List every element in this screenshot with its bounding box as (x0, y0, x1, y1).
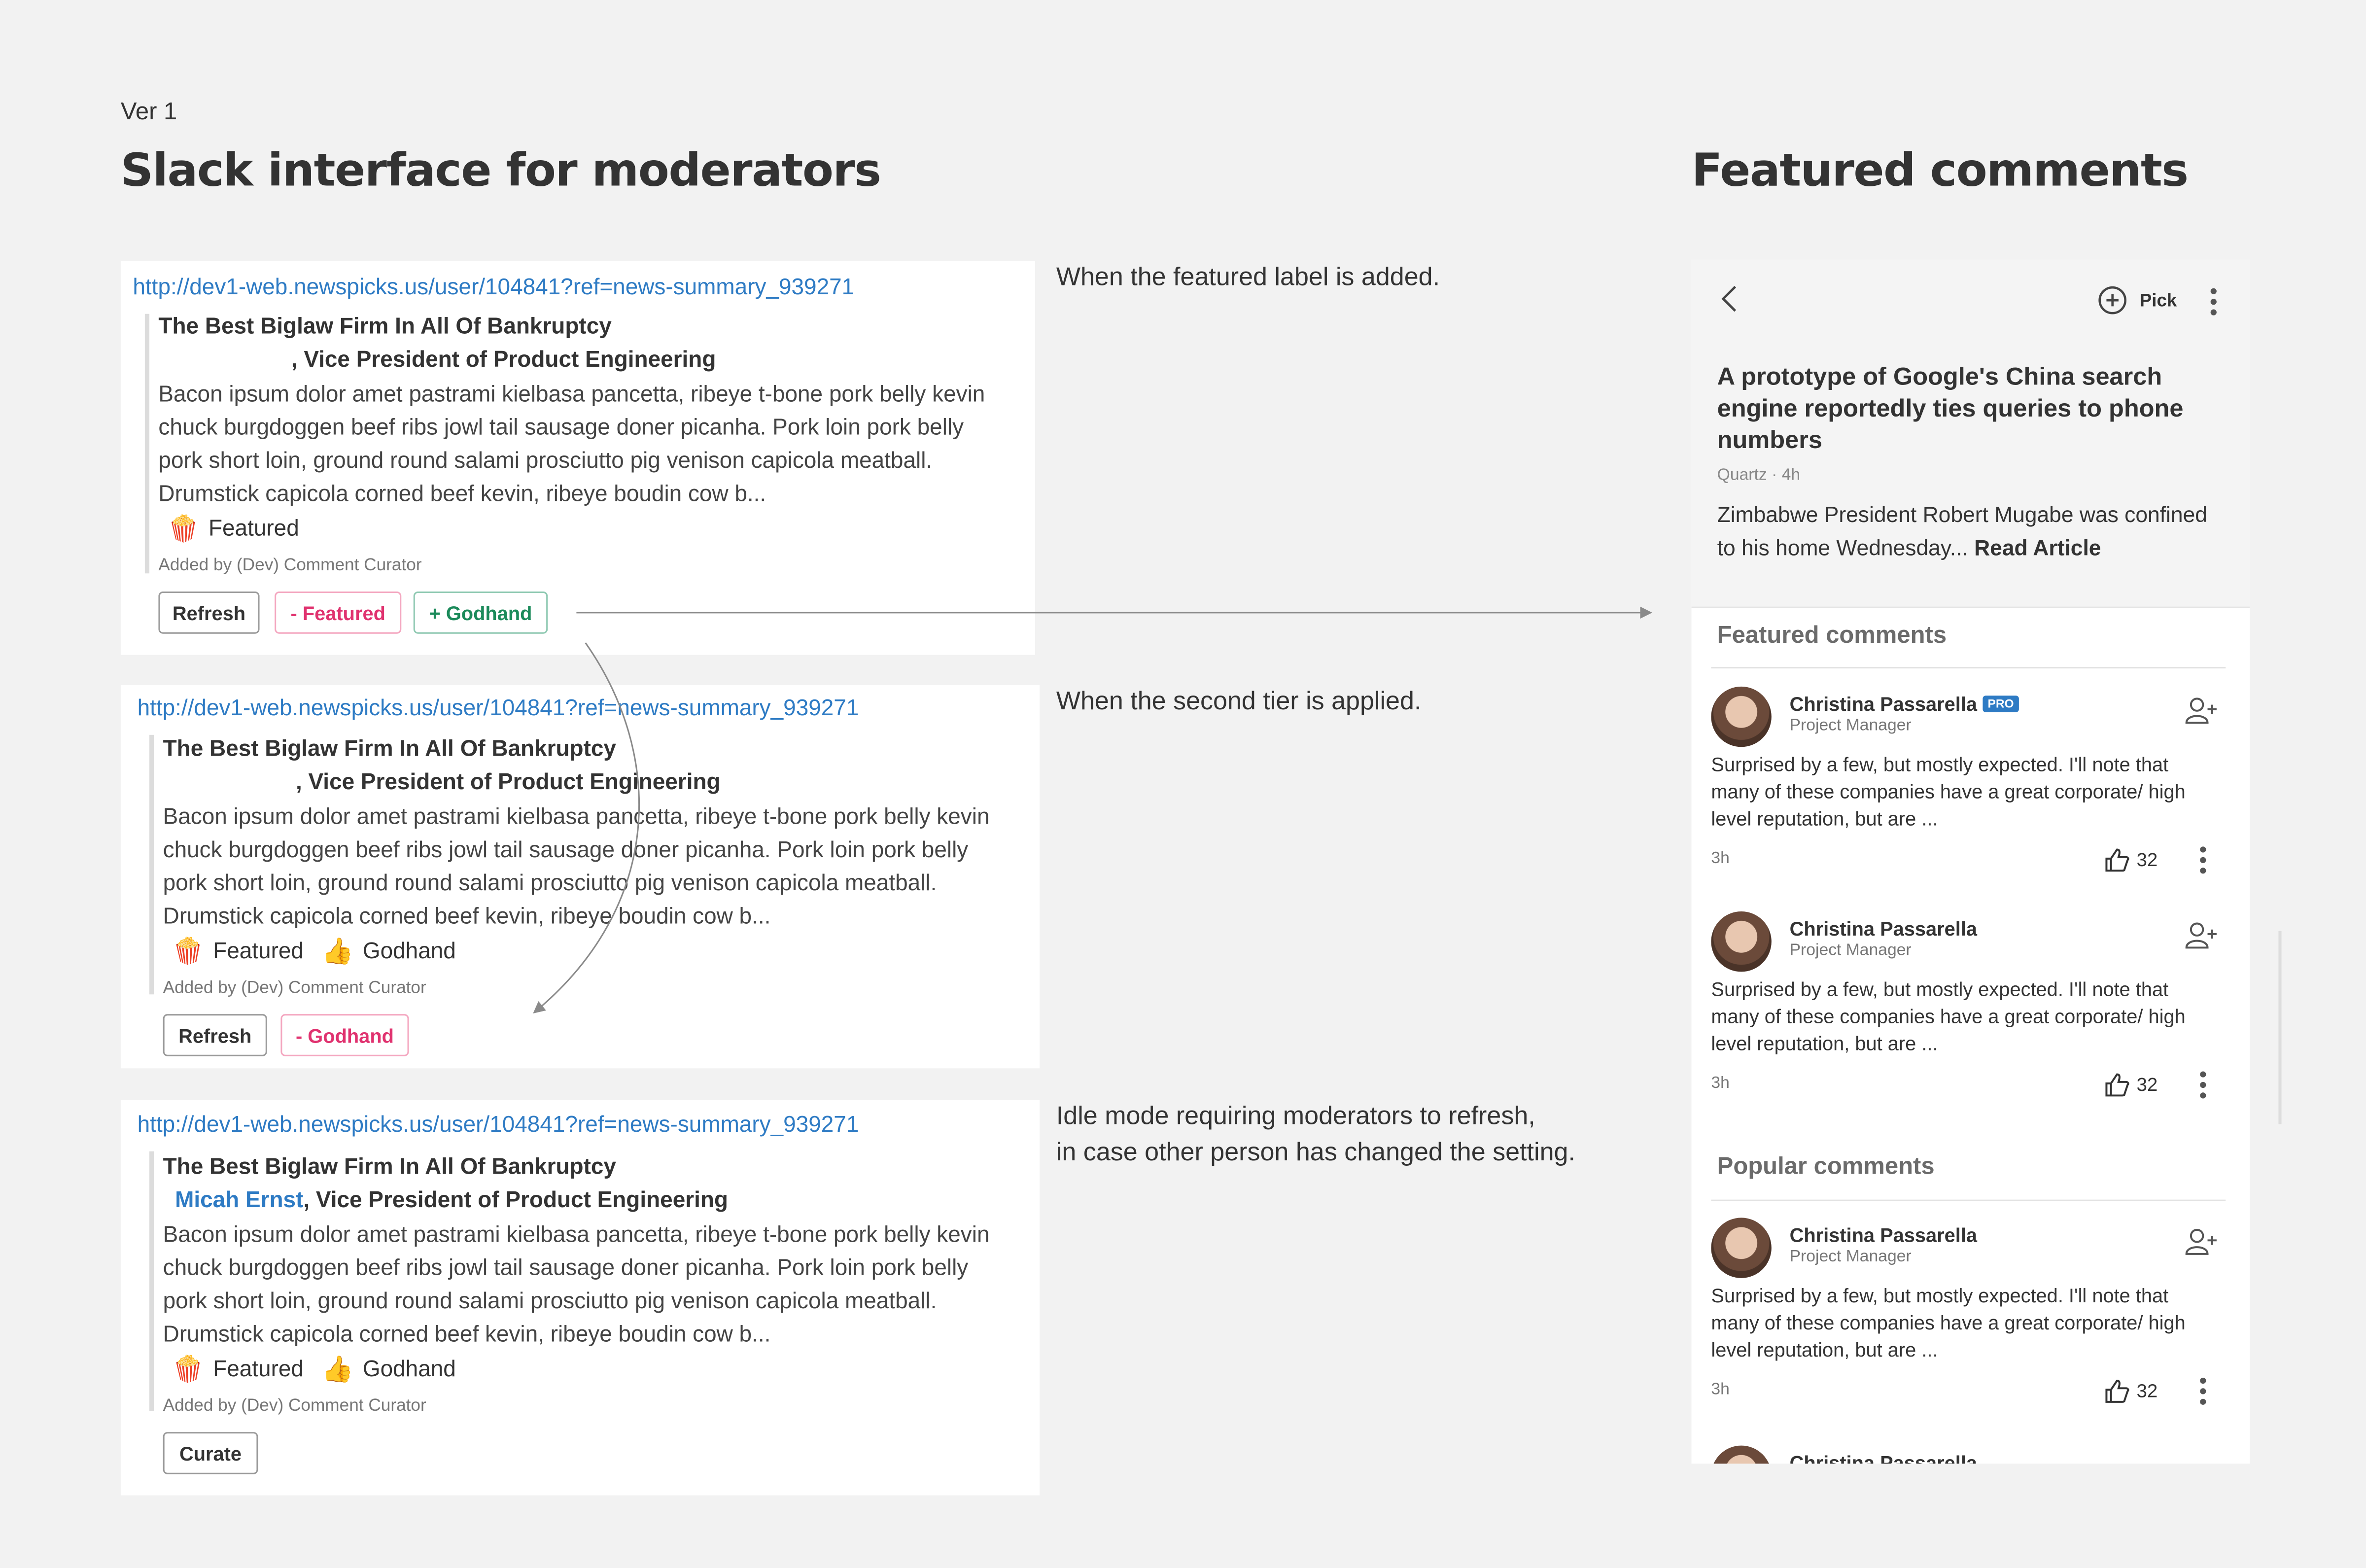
add-circle-icon[interactable] (2097, 285, 2127, 315)
more-vertical-icon[interactable] (2200, 1377, 2206, 1409)
popular-comments-header: Popular comments (1717, 1154, 1935, 1180)
back-icon[interactable] (1719, 284, 1740, 314)
commenter-name[interactable]: Christina Passarella (1790, 1452, 1977, 1463)
comment-item: Christina Passarella Project Manager Sur… (1711, 1218, 2231, 1414)
commenter-name[interactable]: Christina Passarella PRO (1790, 693, 2018, 715)
avatar[interactable] (1711, 1445, 1772, 1464)
avatar[interactable] (1711, 1218, 1772, 1278)
like-button[interactable]: 32 (2103, 1378, 2157, 1405)
comment-time: 3h (1711, 849, 1730, 868)
comment-text: Surprised by a few, but mostly expected.… (1711, 753, 2186, 830)
divider (1711, 667, 2226, 669)
avatar[interactable] (1711, 686, 1772, 747)
pick-button[interactable]: Pick (2140, 290, 2177, 311)
commenter-role: Project Manager (1789, 717, 1912, 735)
like-button[interactable]: 32 (2103, 846, 2157, 873)
follow-user-icon[interactable] (2185, 1227, 2218, 1257)
pro-badge: PRO (1983, 696, 2018, 712)
more-vertical-icon[interactable] (2200, 1071, 2206, 1103)
scrollbar[interactable] (2278, 931, 2282, 1124)
comment-time: 3h (1711, 1380, 1730, 1399)
comment-text: Surprised by a few, but mostly expected.… (1711, 1284, 2186, 1361)
arrow-to-second-tier (533, 642, 640, 1014)
commenter-name[interactable]: Christina Passarella (1790, 917, 1977, 940)
commenter-role: Project Manager (1789, 941, 1912, 960)
thumbs-up-icon (2105, 1073, 2129, 1097)
follow-user-icon[interactable] (2185, 696, 2218, 726)
article-header: Pick A prototype of Google's China searc… (1691, 259, 2250, 608)
avatar[interactable] (1711, 911, 1772, 972)
article-title[interactable]: A prototype of Google's China search eng… (1717, 362, 2215, 457)
read-article-link[interactable]: Read Article (1974, 536, 2101, 560)
featured-comments-header: Featured comments (1717, 623, 1947, 649)
commenter-name[interactable]: Christina Passarella (1790, 1224, 1977, 1247)
article-summary: Zimbabwe President Robert Mugabe was con… (1717, 504, 2208, 561)
follow-user-icon[interactable] (2185, 920, 2218, 950)
more-vertical-icon[interactable] (2200, 846, 2206, 878)
more-vertical-icon[interactable] (2210, 288, 2217, 320)
comment-time: 3h (1711, 1074, 1730, 1093)
comment-item: Christina Passarella Project Manager Sur… (1711, 911, 2231, 1108)
article-meta: Quartz · 4h (1717, 466, 1801, 485)
thumbs-up-icon (2105, 848, 2129, 872)
comment-text: Surprised by a few, but mostly expected.… (1711, 977, 2186, 1055)
thumbs-up-icon (2105, 1380, 2129, 1403)
like-button[interactable]: 32 (2103, 1071, 2157, 1098)
comment-item: Christina Passarella PRO Project Manager … (1711, 686, 2231, 883)
featured-comments-screen: Pick A prototype of Google's China searc… (1691, 259, 2250, 1464)
divider (1711, 1199, 2226, 1201)
commenter-role: Project Manager (1789, 1248, 1912, 1266)
comment-item: Christina Passarella (1711, 1445, 2231, 1464)
